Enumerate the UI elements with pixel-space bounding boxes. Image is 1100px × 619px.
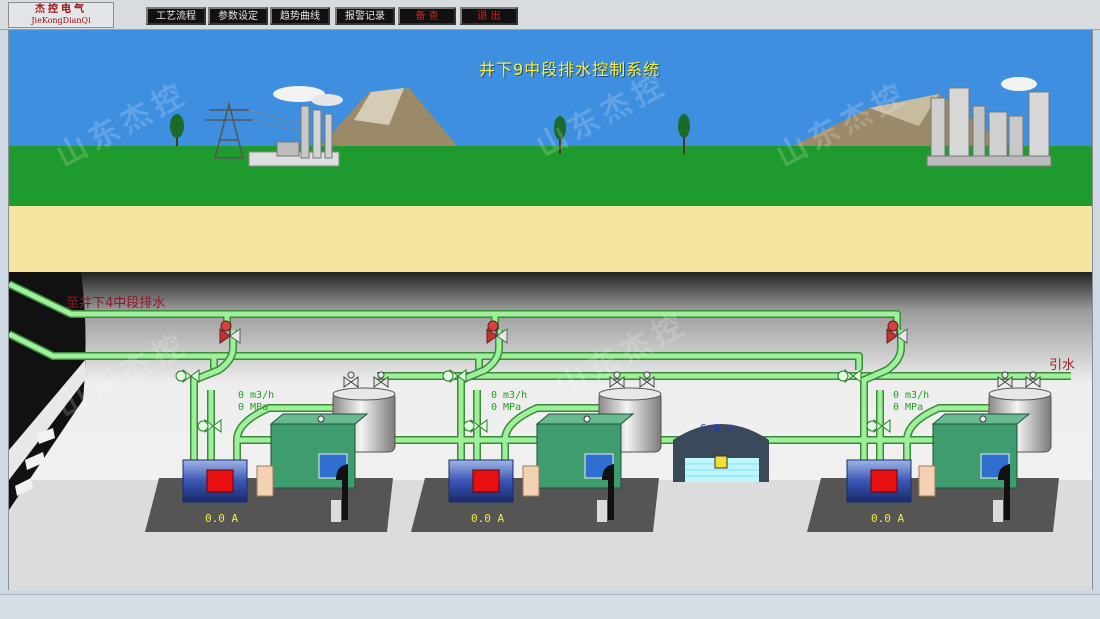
pump-1-pressure: 0 MPa — [238, 402, 269, 413]
pump-2-current: 0.0 A — [471, 512, 505, 525]
alarm-record-button[interactable]: 报警记录 — [335, 7, 395, 25]
pump-3-flow: 0 m3/h — [893, 390, 930, 401]
logo-pinyin: JieKongDianQi — [31, 16, 91, 25]
company-logo: 杰控电气 JieKongDianQi — [8, 2, 114, 28]
pump-3-current: 0.0 A — [871, 512, 905, 525]
pump-1-current: 0.0 A — [205, 512, 239, 525]
process-screen: 井下9中段排水控制系统 至井下4中段排水 引水 6.8 m 0 m3/h 0 M… — [8, 30, 1093, 590]
sump-level-readout: 6.8 m — [700, 422, 734, 435]
parameter-settings-button[interactable]: 参数设定 — [208, 7, 268, 25]
priming-pipe-label: 引水 — [1049, 358, 1076, 373]
pump-2-pressure: 0 MPa — [491, 402, 522, 413]
status-bar — [0, 594, 1100, 619]
top-toolbar: 杰控电气 JieKongDianQi 工艺流程 参数设定 趋势曲线 报警记录 备… — [0, 0, 1100, 30]
pump-1-flow: 0 m3/h — [238, 390, 275, 401]
level-sensor-icon — [714, 455, 728, 469]
trend-curve-button[interactable]: 趋势曲线 — [270, 7, 330, 25]
inlet-pipe-label: 至井下4中段排水 — [66, 296, 166, 311]
process-flow-button[interactable]: 工艺流程 — [146, 7, 206, 25]
backup-button[interactable]: 备 查 — [398, 7, 456, 25]
sand-layer — [9, 206, 1092, 272]
logo-chinese: 杰控电气 — [35, 4, 87, 15]
exit-button[interactable]: 退 出 — [460, 7, 518, 25]
pump-3-pressure: 0 MPa — [893, 402, 924, 413]
pump-2-flow: 0 m3/h — [491, 390, 528, 401]
